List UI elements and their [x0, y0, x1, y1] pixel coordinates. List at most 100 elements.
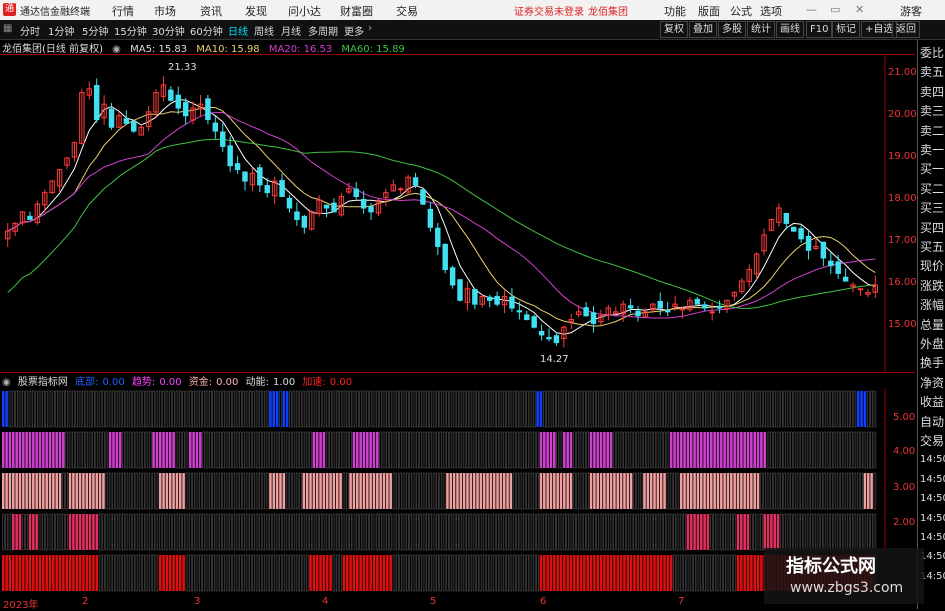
indicator-bar [376, 473, 379, 509]
tab-gengduo[interactable]: 更多 [344, 23, 364, 38]
candle-body [583, 307, 589, 317]
indicator-bar-empty [659, 431, 663, 469]
menu-banmian[interactable]: 版面 [698, 3, 720, 19]
btn-fanhui[interactable]: 返回 [892, 21, 920, 38]
indicator-bar-empty [402, 513, 406, 551]
tab-60min[interactable]: 60分钟 [190, 23, 223, 38]
indicator-bar-empty [756, 390, 760, 428]
grid-icon[interactable]: ▦ [3, 23, 12, 34]
indicator-bar-empty [68, 431, 72, 469]
indicator-bar-empty [556, 513, 559, 551]
guest-label[interactable]: 游客 [900, 3, 922, 19]
candle-body [716, 305, 723, 309]
indicator-bar-empty [796, 390, 800, 428]
close-icon[interactable]: ✕ [855, 3, 864, 16]
indicator-bar-empty [245, 513, 249, 551]
indicator-bar-empty [519, 431, 523, 469]
indicator-bar [95, 514, 99, 550]
menu-hangqing[interactable]: 行情 [112, 3, 134, 19]
tab-zhouxian[interactable]: 周线 [254, 23, 274, 38]
indicator-name[interactable]: 股票指标网 [18, 377, 68, 388]
btn-diejia[interactable]: 叠加 [689, 21, 717, 38]
indicator-bar-empty [299, 554, 302, 592]
indicator-bar-empty [289, 513, 292, 551]
tab-duozhouqi[interactable]: 多周期 [308, 23, 338, 38]
tab-fenshi[interactable]: 分时 [20, 23, 40, 38]
menu-faxian[interactable]: 发现 [245, 3, 267, 19]
indicator-bar-empty [432, 431, 436, 469]
menu-gongshi[interactable]: 公式 [730, 3, 752, 19]
tab-rixian[interactable]: 日线 [228, 23, 248, 38]
indicator-bar-empty [826, 431, 830, 469]
indicator-bar-empty [175, 513, 179, 551]
btn-tongji[interactable]: 统计 [747, 21, 775, 38]
tab-5min[interactable]: 5分钟 [82, 23, 108, 38]
btn-biaoji[interactable]: 标记 [832, 21, 860, 38]
indicator-bar-empty [659, 513, 663, 551]
indicator-bar-empty [369, 513, 372, 551]
indicator-bar-empty [309, 431, 312, 469]
indicator-bar-empty [496, 431, 499, 469]
indicator-bar-empty [152, 513, 155, 551]
chevron-right-icon[interactable]: › [368, 23, 372, 34]
indicator-bar-empty [392, 554, 396, 592]
tab-15min[interactable]: 15分钟 [114, 23, 147, 38]
menu-wenxiaoda[interactable]: 问小达 [288, 3, 321, 19]
menu-xuanxiang[interactable]: 选项 [760, 3, 782, 19]
indicator-bar [58, 432, 62, 468]
indicator-bar-empty [760, 390, 763, 428]
indicator-bar [679, 473, 683, 509]
indicator-bar-empty [512, 390, 516, 428]
side-panel-label: 收益 [920, 395, 945, 410]
tab-yuexian[interactable]: 月线 [281, 23, 301, 38]
indicator-bar [776, 514, 780, 550]
indicator-bar [168, 473, 172, 509]
indicator-bar-empty [302, 431, 306, 469]
indicator-bar [22, 473, 25, 509]
indicator-bar-empty [636, 513, 640, 551]
btn-huaxian[interactable]: 画线 [776, 21, 804, 38]
indicator-bar-empty [108, 513, 112, 551]
indicator-bar [345, 555, 349, 591]
minimize-icon[interactable]: — [806, 3, 817, 16]
indicator-bar [603, 555, 606, 591]
indicator-bar [329, 555, 332, 591]
btn-f10[interactable]: F10 [806, 21, 833, 38]
menu-shichang[interactable]: 市场 [154, 3, 176, 19]
tab-1min[interactable]: 1分钟 [48, 23, 74, 38]
menu-caifuquan[interactable]: 财富圈 [340, 3, 373, 19]
indicator-bar [382, 473, 386, 509]
indicator-bar-empty [773, 390, 777, 428]
indicator-bar [583, 555, 586, 591]
trade-login-notice[interactable]: 证券交易未登录 [514, 3, 584, 18]
indicator-bar-empty [15, 390, 18, 428]
indicator-bar-empty [489, 390, 493, 428]
indicator-bar-empty [446, 390, 449, 428]
indicator-bar [609, 555, 613, 591]
indicator-bar-empty [68, 390, 72, 428]
indicator-bar-empty [439, 513, 443, 551]
indicator-bar-empty [436, 513, 439, 551]
candlestick-chart[interactable]: 21.33 14.27 [0, 54, 915, 372]
indicator-bar-empty [189, 513, 192, 551]
indicator-bar-empty [209, 431, 212, 469]
menu-jiaoyi[interactable]: 交易 [396, 3, 418, 19]
tab-30min[interactable]: 30分钟 [152, 23, 185, 38]
indicator-bar-empty [429, 472, 433, 510]
side-panel-label: 换手 [920, 356, 945, 371]
indicator-bar [98, 473, 102, 509]
indicator-bar-empty [38, 390, 42, 428]
restore-icon[interactable]: ▭ [830, 3, 840, 16]
indicator-bar-empty [866, 390, 870, 428]
indicator-settings-icon[interactable]: ◉ [2, 377, 11, 388]
indicator-bar [539, 473, 543, 509]
menu-gongneng[interactable]: 功能 [664, 3, 686, 19]
menu-zixun[interactable]: 资讯 [200, 3, 222, 19]
indicator-bar-empty [830, 390, 833, 428]
btn-fuquan[interactable]: 复权 [660, 21, 688, 38]
candle-body [123, 118, 130, 124]
indicator-bar-empty [456, 390, 459, 428]
indicator-bar [609, 432, 613, 468]
btn-duogu[interactable]: 多股 [718, 21, 746, 38]
indicator-bar-empty [372, 513, 376, 551]
